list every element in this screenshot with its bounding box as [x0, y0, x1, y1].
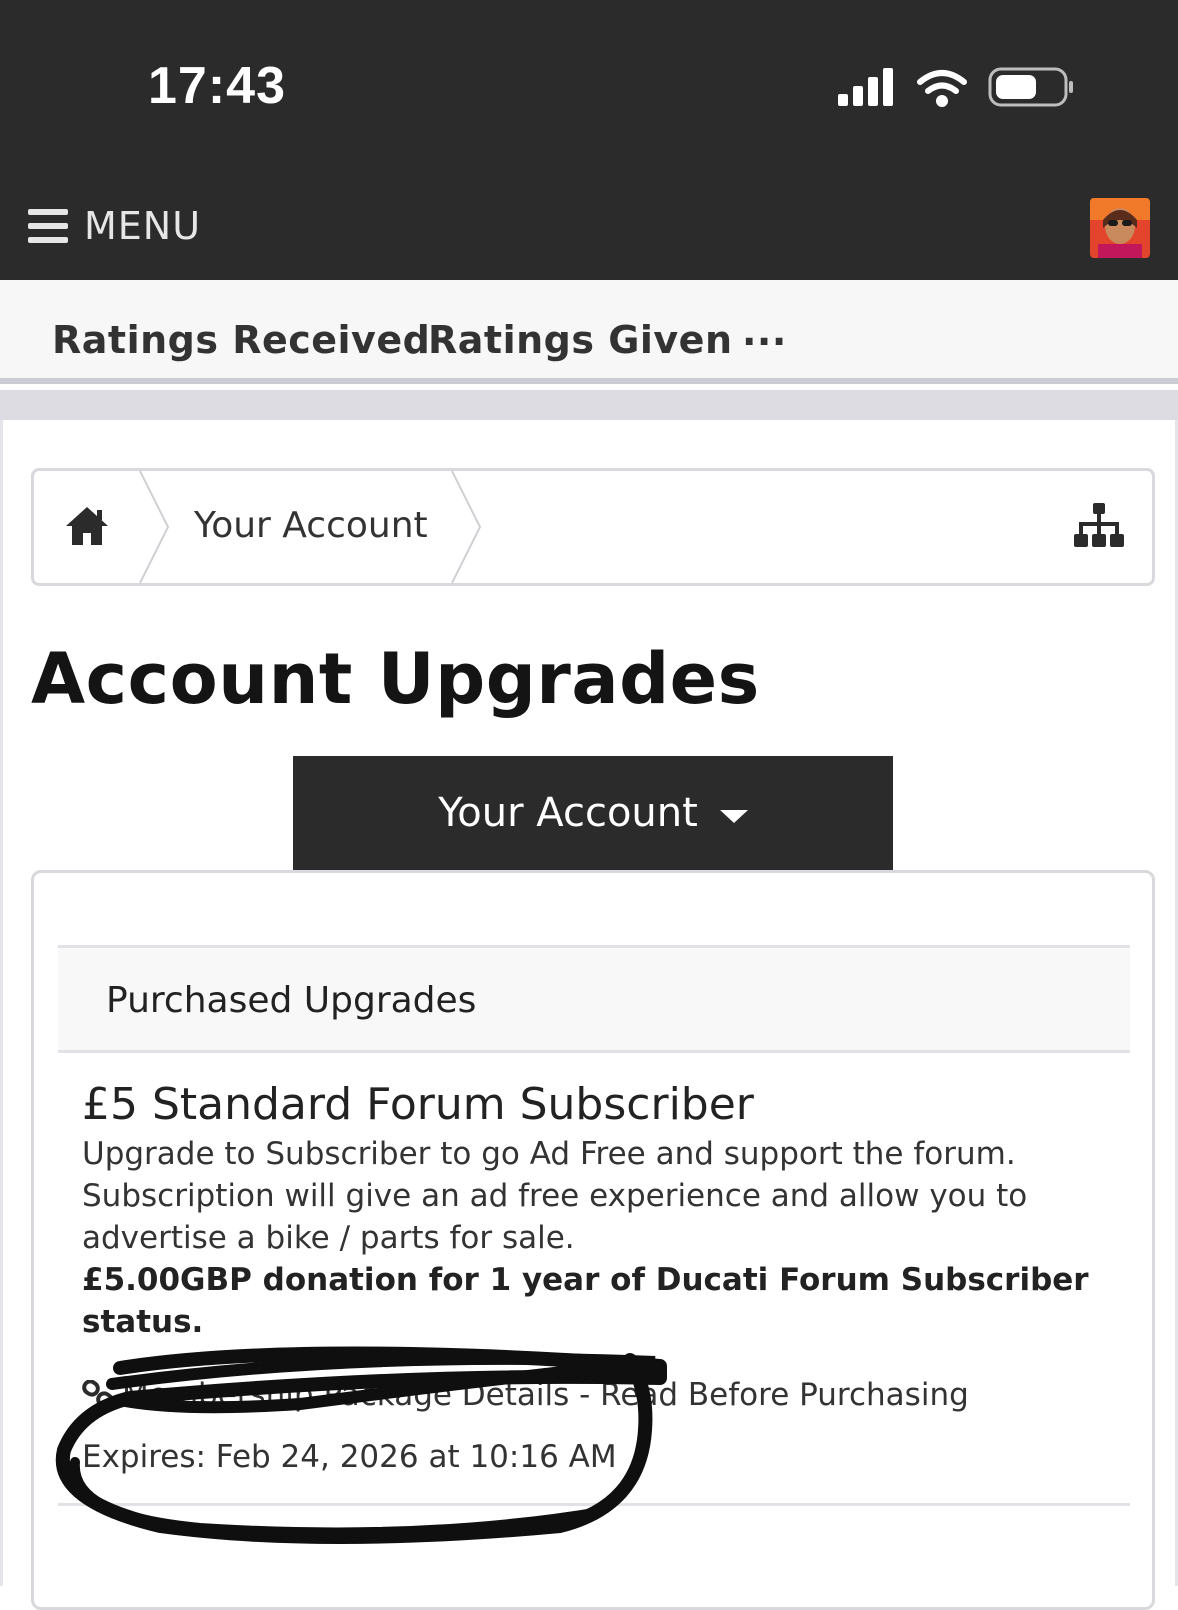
breadcrumb-separator	[139, 471, 170, 583]
avatar[interactable]	[1090, 198, 1150, 258]
section-header: Purchased Upgrades	[58, 945, 1130, 1053]
caret-down-icon	[719, 809, 748, 823]
package-details-link[interactable]: Membership Package Details - Read Before…	[82, 1377, 969, 1413]
top-nav: MENU	[0, 170, 1178, 280]
dropdown-label: Your Account	[438, 790, 698, 836]
link-icon	[82, 1380, 114, 1409]
package-details-label: Membership Package Details - Read Before…	[122, 1377, 969, 1413]
status-time: 17:43	[148, 57, 286, 115]
sitemap-icon[interactable]	[1074, 503, 1124, 549]
breadcrumb-your-account[interactable]: Your Account	[194, 505, 428, 546]
menu-button[interactable]: MENU	[28, 204, 201, 248]
status-icons	[838, 67, 1073, 107]
breadcrumb-separator	[451, 471, 482, 583]
expiry-text: Expires: Feb 24, 2026 at 10:16 AM	[82, 1439, 617, 1475]
upgrade-item: £5 Standard Forum Subscriber Upgrade to …	[82, 1079, 1092, 1343]
section-title: Purchased Upgrades	[106, 980, 477, 1021]
upgrade-price: £5.00GBP donation for 1 year of Ducati F…	[82, 1262, 1089, 1340]
main-content: Your Account Account Upgrades Your Accou…	[0, 420, 1178, 1610]
tab-ratings-received[interactable]: Ratings Received	[52, 318, 430, 362]
tab-ratings-given[interactable]: Ratings Given	[428, 318, 733, 362]
breadcrumb: Your Account	[31, 468, 1155, 586]
upgrade-title: £5 Standard Forum Subscriber	[82, 1079, 754, 1130]
wifi-icon	[917, 70, 967, 107]
status-bar: 17:43	[0, 0, 1178, 170]
upgrade-description: Upgrade to Subscriber to go Ad Free and …	[82, 1136, 1028, 1256]
cellular-signal-icon	[838, 68, 893, 106]
hamburger-icon	[28, 209, 68, 243]
menu-label: MENU	[84, 204, 202, 248]
home-icon[interactable]	[64, 505, 110, 547]
tab-more[interactable]: ...	[742, 310, 787, 354]
page-title: Account Upgrades	[31, 638, 760, 720]
battery-icon	[988, 67, 1073, 107]
upgrades-panel: Purchased Upgrades £5 Standard Forum Sub…	[31, 870, 1155, 1610]
item-divider	[58, 1503, 1130, 1506]
your-account-dropdown[interactable]: Your Account	[293, 756, 893, 870]
tabs-divider	[0, 390, 1178, 420]
profile-tabs: Ratings Received Ratings Given ...	[0, 280, 1178, 384]
